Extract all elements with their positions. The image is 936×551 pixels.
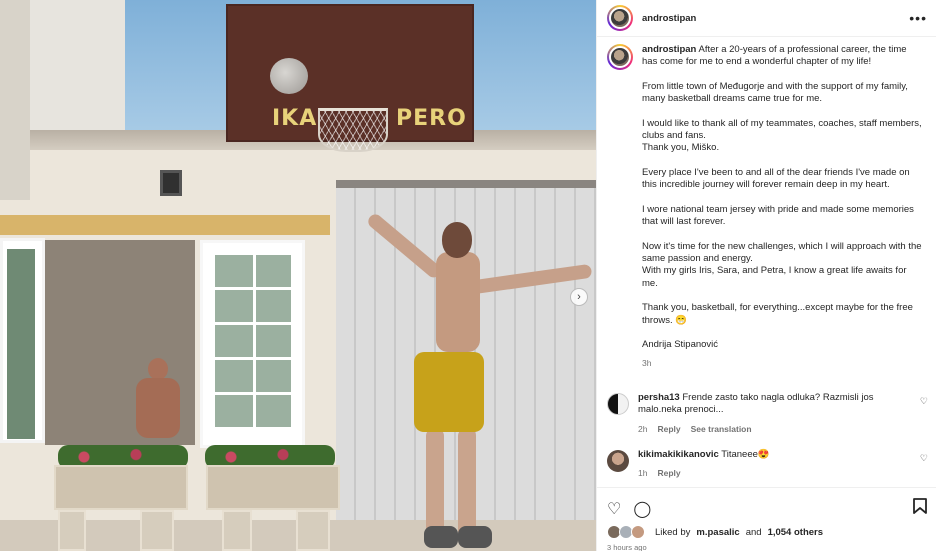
- likes-others[interactable]: 1,054 others: [768, 527, 823, 538]
- comment-icon[interactable]: ◯: [633, 499, 651, 519]
- post-photo[interactable]: IKA PERO ›: [0, 0, 596, 551]
- comment-time[interactable]: 2h: [638, 423, 647, 435]
- window-right: [200, 240, 305, 448]
- avatar[interactable]: [607, 44, 633, 70]
- caption-paragraph: Thank you, basketball, for everything...…: [642, 302, 913, 326]
- avatar: [631, 525, 645, 539]
- caption-paragraph: I wore national team jersey with pride a…: [642, 203, 914, 228]
- facade-trim: [0, 215, 330, 235]
- jumping-player: [360, 190, 596, 551]
- likes-summary: Liked by m.pasalic and 1,054 others: [597, 519, 936, 539]
- wall-lamp: [160, 170, 182, 196]
- post-time[interactable]: 3 hours ago: [597, 539, 936, 551]
- comment-text: Titaneee😍: [721, 449, 770, 460]
- bookmark-icon[interactable]: [913, 498, 927, 519]
- sitting-child: [130, 358, 185, 443]
- post-header: androstipan •••: [597, 0, 936, 37]
- likes-prefix: Liked by: [655, 526, 691, 538]
- planter-right: [206, 465, 340, 510]
- heart-icon[interactable]: ♡: [920, 453, 928, 464]
- reply-button[interactable]: Reply: [657, 423, 680, 435]
- likes-connector: and: [745, 526, 762, 538]
- building-corner: [0, 0, 30, 200]
- caption-time[interactable]: 3h: [642, 357, 922, 369]
- post-sidebar: androstipan ••• androstipan After a 20-y…: [596, 0, 936, 551]
- chevron-right-icon: ›: [577, 291, 581, 303]
- comment-time[interactable]: 1h: [638, 467, 647, 479]
- comment: persha13 Frende zasto tako nagla odluka?…: [607, 392, 932, 435]
- pedestal: [296, 510, 330, 551]
- see-translation-button[interactable]: See translation: [691, 423, 752, 435]
- reply-button[interactable]: Reply: [657, 467, 680, 479]
- pedestal: [58, 510, 86, 551]
- post-actions: ♡ ◯ Liked by m.pasalic and 1,054 others …: [597, 487, 936, 551]
- caption-paragraph: I would like to thank all of my teammate…: [642, 117, 922, 142]
- basketball: [270, 58, 308, 94]
- caption-paragraph: Thank you, Miško.: [642, 142, 720, 154]
- comment: kikimakikikanovic Titaneee😍 1h Reply ♡: [607, 449, 932, 480]
- backboard-text-right: PERO: [396, 106, 467, 131]
- heart-icon[interactable]: ♡: [920, 396, 928, 407]
- window-left: [0, 238, 45, 443]
- caption-signature: Andrija Stipanović: [642, 339, 719, 351]
- pedestal: [222, 510, 252, 551]
- backboard-text-left: IKA: [272, 106, 318, 131]
- caption-paragraph: Now it's time for the new challenges, wh…: [642, 240, 922, 265]
- avatar[interactable]: [607, 5, 633, 31]
- caption-paragraph: From little town of Međugorje and with t…: [642, 80, 908, 105]
- basketball-hoop: [318, 108, 388, 152]
- caption-username[interactable]: androstipan: [642, 44, 696, 55]
- comment-username[interactable]: kikimakikikanovic: [638, 449, 719, 460]
- caption: androstipan After a 20-years of a profes…: [642, 44, 922, 370]
- comment-username[interactable]: persha13: [638, 392, 680, 403]
- header-username[interactable]: androstipan: [642, 13, 696, 24]
- caption-paragraph: With my girls Iris, Sara, and Petra, I k…: [642, 265, 907, 289]
- next-photo-button[interactable]: ›: [570, 288, 588, 306]
- pedestal: [140, 510, 174, 551]
- likes-user[interactable]: m.pasalic: [696, 527, 739, 538]
- caption-paragraph: Every place I've been to and all of the …: [642, 166, 910, 191]
- more-icon[interactable]: •••: [909, 10, 927, 26]
- planter-left: [54, 465, 188, 510]
- avatar[interactable]: [607, 450, 629, 472]
- heart-icon[interactable]: ♡: [607, 499, 621, 519]
- avatar[interactable]: [607, 393, 629, 415]
